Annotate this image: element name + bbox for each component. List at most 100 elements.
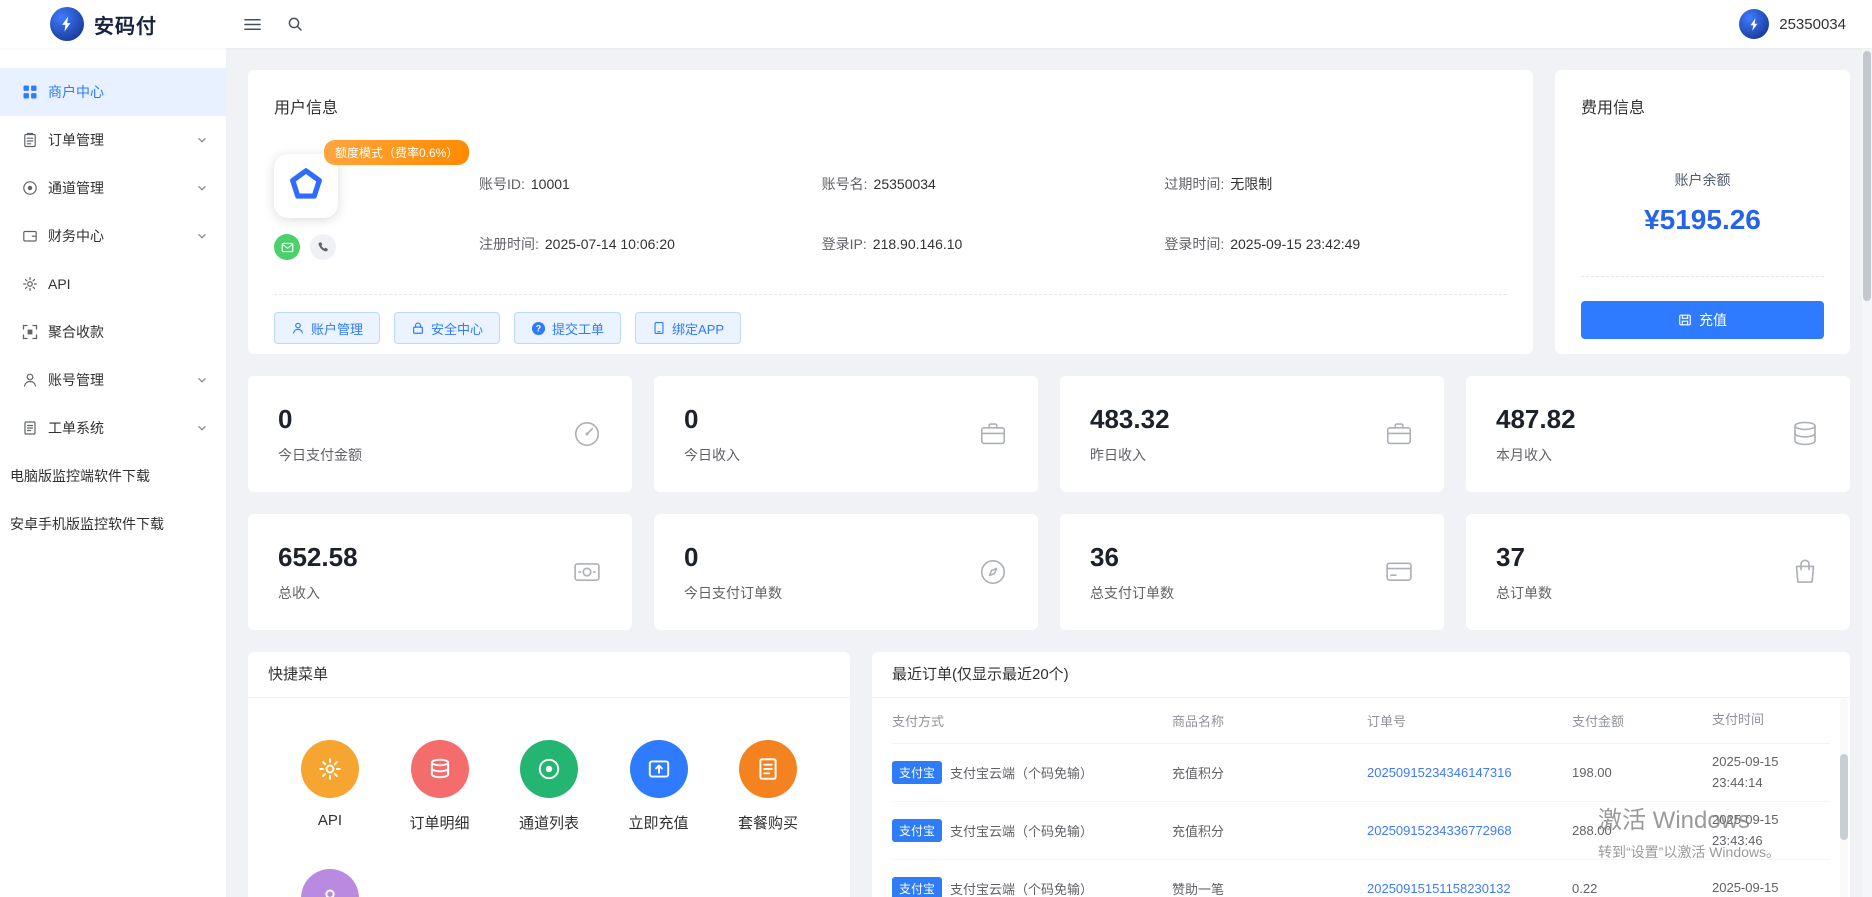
sidebar-item-api[interactable]: API [0,260,226,308]
window-scrollbar-thumb[interactable] [1863,51,1871,301]
recharge-button[interactable]: 充值 [1581,301,1824,339]
wallet-icon [22,228,38,244]
document-icon [22,420,38,436]
user-info-title: 用户信息 [274,100,339,117]
quick-item-api[interactable]: API [290,740,370,833]
field-account-id: 账号ID: 10001 [479,176,570,192]
sidebar-item-label: 通道管理 [48,180,104,196]
stat-card-total-income: 652.58 总收入 [248,514,632,630]
target-icon [22,180,38,196]
sidebar-item-merchant-center[interactable]: 商户中心 [0,68,226,116]
app-logo-icon[interactable] [50,7,84,41]
field-login-time: 登录时间: 2025-09-15 23:42:49 [1164,236,1361,252]
order-number-link[interactable]: 20250915234336772968 [1367,823,1512,838]
main-content: 用户信息 额度模式（费率0.6%） 账号ID: 10001 账号名: 25350… [226,48,1872,897]
email-icon[interactable] [274,234,300,260]
chevron-down-icon [196,182,208,194]
gear-icon [22,276,38,292]
credit-card-icon [1384,557,1414,587]
grid-icon [22,84,38,100]
sidebar-item-android-monitor-download[interactable]: 安卓手机版监控软件下载 [0,500,226,548]
recent-orders-title: 最近订单(仅显示最近20个) [872,652,1850,698]
alipay-badge: 支付宝 [892,819,943,842]
sidebar-item-label: 工单系统 [48,420,104,436]
briefcase-icon [978,419,1008,449]
user-icon [22,372,38,388]
sidebar-item-order-management[interactable]: 订单管理 [0,116,226,164]
sidebar-item-pc-monitor-download[interactable]: 电脑版监控端软件下载 [0,452,226,500]
sidebar-item-finance-center[interactable]: 财务中心 [0,212,226,260]
person-icon [301,869,359,897]
submit-ticket-button[interactable]: ? 提交工单 [514,312,622,344]
field-expire-time: 过期时间: 无限制 [1164,176,1273,192]
sidebar-item-label: 财务中心 [48,228,104,244]
alipay-badge: 支付宝 [892,877,943,897]
chevron-down-icon [196,374,208,386]
stat-card-today-pay-orders: 0 今日支付订单数 [654,514,1038,630]
tablet-icon [652,321,666,335]
field-login-ip: 登录IP: 218.90.146.10 [821,236,963,252]
sidebar-item-label: 订单管理 [48,132,104,148]
stat-card-total-pay-orders: 36 总支付订单数 [1060,514,1444,630]
quick-item-order-detail[interactable]: 订单明细 [400,740,480,833]
search-icon[interactable] [287,16,303,32]
sidebar: 商户中心 订单管理 通道管理 财务中心 API 聚合收款 账号管理 工单系统 电… [0,48,226,897]
bind-app-button[interactable]: 绑定APP [635,312,742,344]
quota-mode-badge: 额度模式（费率0.6%） [324,140,470,165]
clipboard-icon [22,132,38,148]
quick-item-recharge[interactable]: 立即充值 [619,740,699,833]
table-scrollbar-thumb[interactable] [1840,754,1848,840]
phone-icon[interactable] [310,234,336,260]
quick-item-partial[interactable] [290,869,370,897]
sidebar-item-channel-management[interactable]: 通道管理 [0,164,226,212]
header-username: 25350034 [1779,15,1846,33]
fee-info-card: 费用信息 账户余额 ¥5195.26 充值 [1555,70,1850,354]
recharge-icon [1678,313,1692,327]
target-icon [520,740,578,798]
person-icon [291,321,305,335]
chevron-down-icon [196,230,208,242]
sidebar-item-aggregate-collection[interactable]: 聚合收款 [0,308,226,356]
gauge-icon [572,419,602,449]
stat-card-today-income: 0 今日收入 [654,376,1038,492]
app-name: 安码付 [94,15,157,38]
account-manage-button[interactable]: 账户管理 [274,312,381,344]
top-header: 安码付 25350034 [0,0,1872,48]
quick-item-package-buy[interactable]: 套餐购买 [728,740,808,833]
sidebar-toggle-icon[interactable] [244,17,261,32]
quick-item-channel-list[interactable]: 通道列表 [509,740,589,833]
sidebar-item-label: 电脑版监控端软件下载 [10,468,150,484]
orders-table-header: 支付方式 商品名称 订单号 支付金额 支付时间 [892,698,1830,744]
database-icon [410,740,469,798]
briefcase-icon [1384,419,1414,449]
qr-scan-icon [22,324,38,340]
sidebar-item-label: 商户中心 [48,84,104,100]
user-avatar[interactable] [1739,9,1770,39]
field-register-time: 注册时间: 2025-07-14 10:06:20 [479,236,675,252]
user-info-card: 用户信息 额度模式（费率0.6%） 账号ID: 10001 账号名: 25350… [248,70,1533,354]
sidebar-item-ticket-system[interactable]: 工单系统 [0,404,226,452]
recent-orders-card: 最近订单(仅显示最近20个) 支付方式 商品名称 订单号 支付金额 支付时间 支… [872,652,1850,897]
sidebar-item-label: 账号管理 [48,372,104,388]
svg-text:?: ? [536,323,541,333]
stat-card-month-income: 487.82 本月收入 [1466,376,1850,492]
sidebar-item-account-management[interactable]: 账号管理 [0,356,226,404]
security-center-button[interactable]: 安全中心 [394,312,501,344]
table-scrollbar[interactable] [1840,698,1848,897]
order-row: 支付宝 支付宝云端（个码免输） 赞助一笔 2025091515115823013… [892,860,1830,897]
document-icon [739,740,797,798]
compass-icon [978,557,1008,587]
money-check-icon [572,557,602,587]
balance-value: ¥5195.26 [1644,204,1761,235]
coins-icon [1790,419,1820,449]
divider [1581,276,1824,277]
card-arrow-up-icon [629,740,688,798]
fee-info-title: 费用信息 [1581,100,1646,117]
window-scrollbar[interactable] [1862,48,1872,897]
user-info-fields: 账号ID: 10001 账号名: 25350034 过期时间: 无限制 注册时间: 20… [479,134,1507,282]
lock-icon [411,321,425,335]
order-number-link[interactable]: 20250915151158230132 [1367,881,1511,896]
order-number-link[interactable]: 20250915234346147316 [1367,765,1512,780]
order-row: 支付宝 支付宝云端（个码免输） 充值积分 2025091523434614731… [892,744,1830,802]
balance-label: 账户余额 [1674,172,1731,188]
